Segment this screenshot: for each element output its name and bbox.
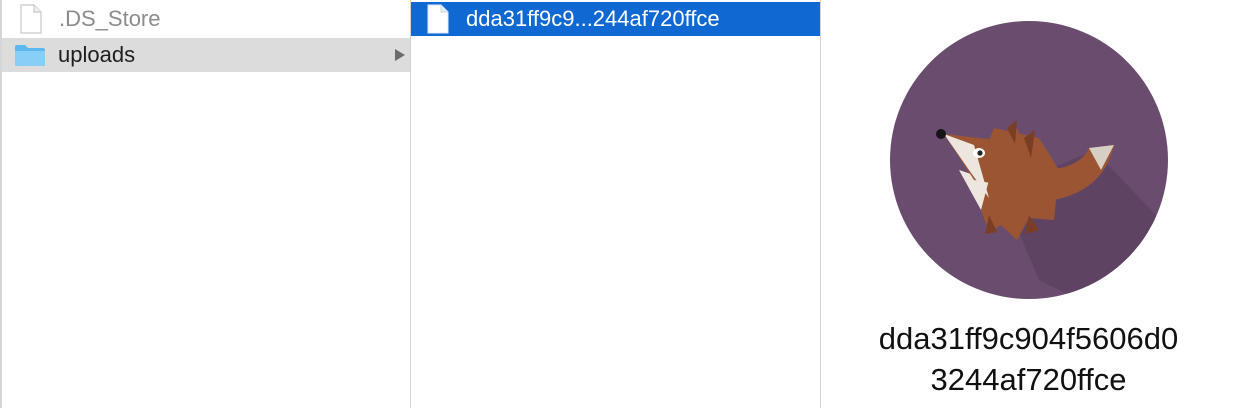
disclosure-arrow-icon xyxy=(395,49,405,61)
document-icon xyxy=(20,4,42,34)
file-name: .DS_Store xyxy=(59,6,161,31)
fox-avatar-image xyxy=(890,21,1168,299)
folder-name: uploads xyxy=(58,42,136,67)
folder-row-uploads[interactable]: uploads xyxy=(2,38,410,72)
preview-file-name-line1: dda31ff9c904f5606d0 xyxy=(878,321,1179,356)
preview-file-name: dda31ff9c904f5606d0 3244af720ffce xyxy=(821,318,1236,400)
file-name: dda31ff9c9...244af720ffce xyxy=(466,6,720,31)
document-icon xyxy=(427,4,449,34)
preview-file-name-line2: 3244af720ffce xyxy=(930,362,1127,397)
file-row-selected[interactable]: dda31ff9c9...244af720ffce xyxy=(411,2,820,36)
preview-pane: dda31ff9c904f5606d0 3244af720ffce xyxy=(821,0,1236,408)
uploads-column: dda31ff9c9...244af720ffce xyxy=(411,0,820,408)
folder-icon xyxy=(14,43,46,67)
parent-column: .DS_Store uploads xyxy=(0,0,410,408)
file-row-ds-store[interactable]: .DS_Store xyxy=(2,2,410,36)
